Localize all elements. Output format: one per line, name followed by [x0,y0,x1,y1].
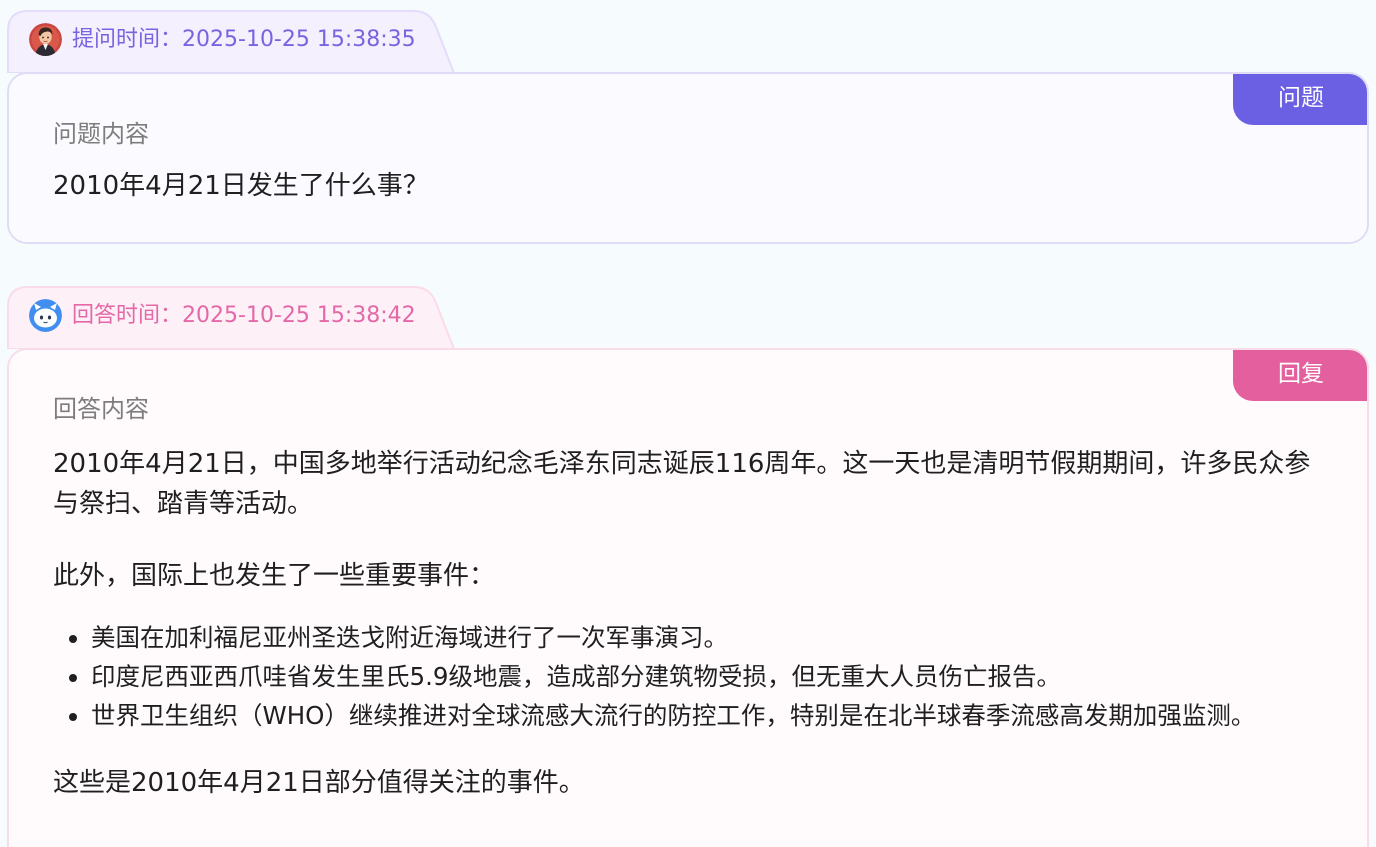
question-text: 2010年4月21日发生了什么事？ [53,171,429,201]
question-content: 2010年4月21日发生了什么事？ [53,170,1327,202]
list-item: 世界卫生组织（WHO）继续推进对全球流感大流行的防控工作，特别是在北半球春季流感… [91,696,1327,735]
question-time: 提问时间：2025-10-25 15:38:35 [72,26,416,54]
answer-card: 回复 回答内容 2010年4月21日，中国多地举行活动纪念毛泽东同志诞辰116周… [7,348,1369,847]
answer-time-label: 回答时间： [72,303,183,328]
question-card: 问题 问题内容 2010年4月21日发生了什么事？ [7,72,1369,244]
answer-content: 2010年4月21日，中国多地举行活动纪念毛泽东同志诞辰116周年。这一天也是清… [53,444,1327,803]
question-time-value: 2025-10-25 15:38:35 [182,27,416,52]
question-time-label: 提问时间： [72,27,183,52]
question-badge: 问题 [1233,74,1367,125]
question-section-label: 问题内容 [53,120,149,148]
question-time-tab: 提问时间：2025-10-25 15:38:35 [6,9,456,73]
answer-paragraph-1: 2010年4月21日，中国多地举行活动纪念毛泽东同志诞辰116周年。这一天也是清… [53,449,1311,519]
answer-time-tab: 回答时间：2025-10-25 15:38:42 [6,285,456,349]
answer-time: 回答时间：2025-10-25 15:38:42 [72,302,416,330]
list-item: 美国在加利福尼亚州圣迭戈附近海域进行了一次军事演习。 [91,618,1327,657]
answer-time-value: 2025-10-25 15:38:42 [182,303,416,328]
list-item: 印度尼西亚西爪哇省发生里氏5.9级地震，造成部分建筑物受损，但无重大人员伤亡报告… [91,657,1327,696]
answer-paragraph-3: 这些是2010年4月21日部分值得关注的事件。 [53,768,585,798]
answer-event-list: 美国在加利福尼亚州圣迭戈附近海域进行了一次军事演习。 印度尼西亚西爪哇省发生里氏… [53,618,1327,735]
answer-paragraph-2: 此外，国际上也发生了一些重要事件： [53,561,496,591]
robot-avatar-icon [29,299,62,332]
chat-record-page: 提问时间：2025-10-25 15:38:35 问题 问题内容 2010年4月… [0,0,1376,847]
user-avatar-icon [29,23,62,56]
answer-badge: 回复 [1233,350,1367,401]
answer-section-label: 回答内容 [53,395,149,423]
